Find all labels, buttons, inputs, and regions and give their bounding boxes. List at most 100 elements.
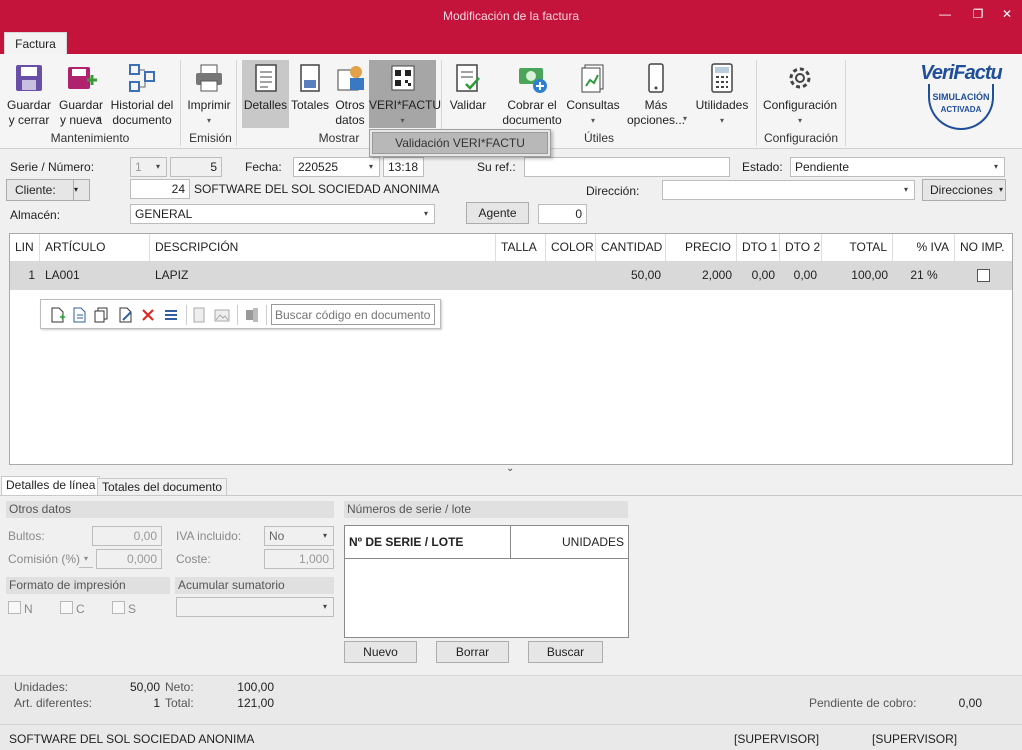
document-icon[interactable] — [191, 307, 207, 323]
serie-label: Serie / Número: — [10, 160, 95, 174]
grid-toolbar — [40, 299, 441, 329]
group-mantenimiento: Mantenimiento — [50, 131, 130, 145]
almacen-select[interactable]: GENERAL ▾ — [130, 204, 435, 224]
delete-icon[interactable] — [140, 307, 156, 323]
direccion-label: Dirección: — [586, 184, 640, 198]
direcciones-button[interactable]: Direcciones ▾ — [922, 179, 1006, 201]
history-button[interactable]: Historial del documento — [108, 62, 176, 128]
details-button[interactable]: Detalles — [242, 60, 289, 128]
validate-button[interactable]: Validar — [447, 62, 489, 113]
other-data-button[interactable]: Otros datos — [331, 62, 369, 128]
close-button[interactable]: ✕ — [997, 6, 1017, 22]
iva-incluido-label: IVA incluido: — [176, 529, 242, 543]
total-value: 121,00 — [237, 696, 274, 710]
totals-button[interactable]: Totales — [291, 62, 329, 113]
bultos-field[interactable]: 0,00 — [92, 526, 162, 546]
footer: Unidades: 50,00 Art. diferentes: 1 Neto:… — [0, 675, 1022, 750]
tab-totales-documento[interactable]: Totales del documento — [97, 478, 228, 496]
print-button[interactable]: Imprimir ▾ — [186, 62, 232, 128]
chevron-down-icon: ▾ — [683, 114, 688, 123]
suref-field[interactable] — [524, 157, 730, 177]
restore-button[interactable]: ❐ — [968, 6, 988, 22]
queries-button[interactable]: Consultas ▾ — [565, 62, 621, 128]
borrar-button[interactable]: Borrar — [436, 641, 509, 663]
col-iva[interactable]: % IVA — [893, 234, 955, 261]
new-line-icon[interactable] — [49, 307, 65, 323]
lotes-col-unidades[interactable]: UNIDADES — [511, 526, 628, 559]
iva-incluido-select[interactable]: No ▾ — [264, 526, 334, 546]
save-close-button[interactable]: Guardar y cerrar — [5, 62, 53, 128]
image-icon[interactable] — [214, 307, 230, 323]
gear-icon — [789, 67, 811, 89]
formato-s-label: S — [128, 602, 137, 616]
formato-c-label: C — [76, 602, 85, 616]
formato-n-label: N — [24, 602, 33, 616]
edit-icon[interactable] — [117, 307, 133, 323]
no-imp-checkbox[interactable] — [977, 269, 990, 282]
minimize-button[interactable]: — — [935, 6, 955, 22]
agente-button[interactable]: Agente — [466, 202, 529, 224]
formato-c-checkbox[interactable] — [60, 601, 73, 614]
verifactu-button[interactable]: VERI*FACTU ▾ — [369, 60, 441, 128]
collect-button[interactable]: Cobrar el documento — [500, 62, 564, 128]
acumular-select[interactable]: ▾ — [176, 597, 334, 617]
numero-field[interactable]: 5 — [170, 157, 222, 177]
mobile-icon — [648, 63, 664, 93]
col-dto2[interactable]: DTO 2 — [780, 234, 822, 261]
barcode-icon[interactable] — [244, 307, 260, 323]
list-icon[interactable] — [163, 307, 179, 323]
formato-s-checkbox[interactable] — [112, 601, 125, 614]
lotes-col-serie[interactable]: Nº DE SERIE / LOTE — [345, 526, 511, 559]
cell-iva: 21 % — [910, 268, 938, 282]
chevron-down-icon: ▾ — [322, 531, 327, 540]
search-code-input[interactable] — [271, 304, 435, 325]
col-total[interactable]: TOTAL — [822, 234, 893, 261]
comision-field[interactable]: 0,000 — [96, 549, 162, 569]
tab-detalles-linea[interactable]: Detalles de línea — [1, 476, 101, 496]
formato-n-checkbox[interactable] — [8, 601, 21, 614]
direccion-select[interactable]: ▾ — [662, 180, 915, 200]
group-configuracion: Configuración — [763, 131, 839, 145]
section-otros-datos: Otros datos — [6, 501, 334, 518]
cliente-code-field[interactable]: 24 — [130, 179, 190, 199]
chevron-down-icon: ▾ — [423, 209, 428, 218]
save-new-icon — [68, 67, 97, 89]
col-articulo[interactable]: ARTÍCULO — [40, 234, 150, 261]
menu-item-validacion-verifactu[interactable]: Validación VERI*FACTU — [372, 132, 548, 154]
section-numeros-serie: Números de serie / lote — [344, 501, 628, 518]
agente-field[interactable]: 0 — [538, 204, 587, 224]
chevron-down-icon[interactable]: ⌄ — [506, 463, 514, 474]
art-diferentes-label: Art. diferentes: — [14, 696, 93, 710]
copy-icon[interactable] — [93, 307, 109, 323]
nuevo-button[interactable]: Nuevo — [344, 641, 417, 663]
fecha-field[interactable]: 220525 ▾ — [293, 157, 380, 177]
insert-line-icon[interactable] — [71, 307, 87, 323]
tab-factura[interactable]: Factura — [4, 32, 67, 54]
col-noimp[interactable]: NO IMP. — [955, 234, 1012, 261]
unidades-value: 50,00 — [129, 680, 160, 694]
coste-field[interactable]: 1,000 — [264, 549, 334, 569]
hora-field[interactable]: 13:18 — [383, 157, 424, 177]
col-color[interactable]: COLOR — [546, 234, 596, 261]
col-talla[interactable]: TALLA — [496, 234, 546, 261]
chevron-down-icon: ▾ — [590, 116, 595, 125]
col-dto1[interactable]: DTO 1 — [737, 234, 780, 261]
estado-select[interactable]: Pendiente ▾ — [790, 157, 1005, 177]
col-lin[interactable]: LIN — [10, 234, 40, 261]
utilities-button[interactable]: Utilidades ▾ — [693, 62, 751, 128]
col-descripcion[interactable]: DESCRIPCIÓN — [150, 234, 496, 261]
col-precio[interactable]: PRECIO — [666, 234, 737, 261]
table-row[interactable]: 1 LA001 LAPIZ 50,00 2,000 0,00 0,00 100,… — [10, 261, 1012, 290]
chevron-down-icon: ▾ — [993, 162, 998, 171]
more-options-button[interactable]: Más opciones... — [624, 62, 688, 128]
chevron-down-icon[interactable]: ▾ — [79, 550, 93, 568]
buscar-button[interactable]: Buscar — [528, 641, 603, 663]
calculator-icon — [711, 63, 733, 93]
col-cantidad[interactable]: CANTIDAD — [596, 234, 666, 261]
serie-select[interactable]: 1 ▾ — [130, 157, 167, 177]
suref-label: Su ref.: — [477, 160, 516, 174]
cell-precio: 2,000 — [701, 268, 732, 282]
settings-button[interactable]: Configuración ▾ — [761, 62, 839, 128]
cliente-button[interactable]: Cliente: ▾ — [6, 179, 90, 201]
total-label: Total: — [165, 696, 194, 710]
